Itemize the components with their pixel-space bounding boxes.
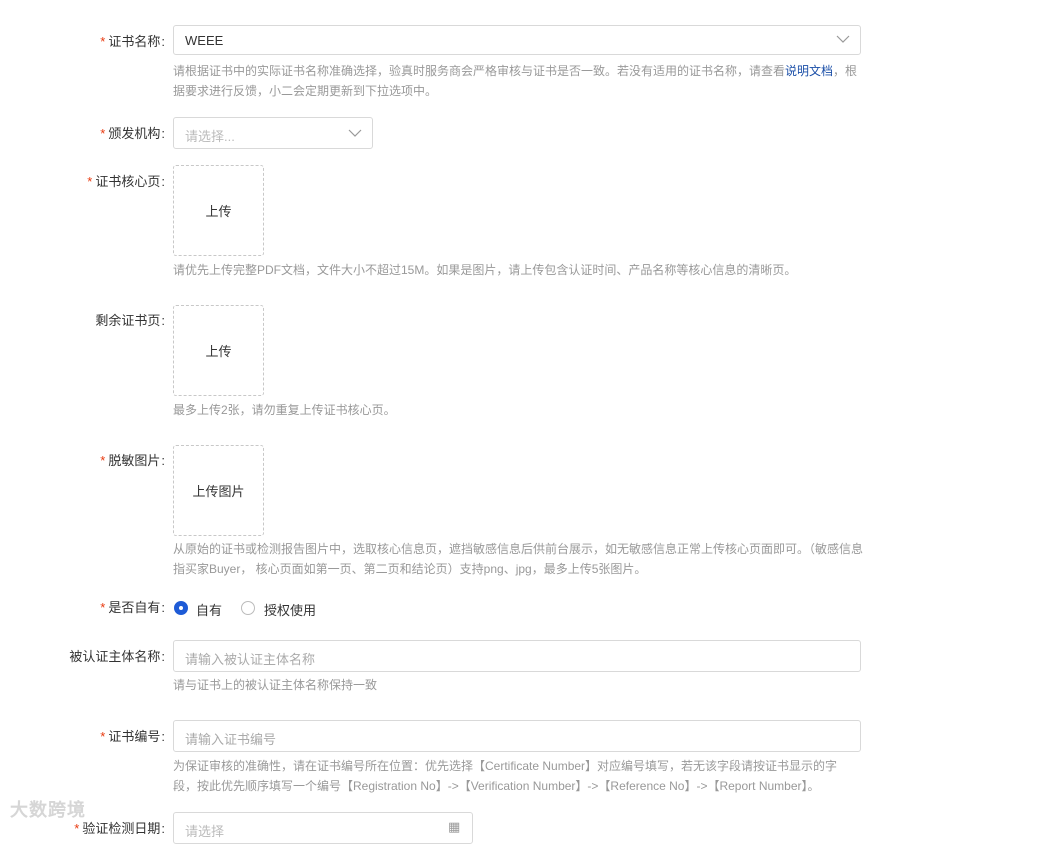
masked-image-upload[interactable]: 上传图片 — [173, 445, 264, 536]
ownership-licensed-radio[interactable] — [241, 601, 255, 615]
test-date-placeholder: 请选择 — [185, 824, 225, 839]
issuer-label: * 颁发机构: — [100, 126, 165, 141]
test-date-picker[interactable]: 请选择 ▦ — [173, 812, 473, 844]
core-page-upload[interactable]: 上传 — [173, 165, 264, 256]
cert-name-hint: 请根据证书中的实际证书名称准确选择，验真时服务商会严格审核与证书是否一致。若没有… — [173, 64, 858, 98]
other-pages-upload[interactable]: 上传 — [173, 305, 264, 396]
subject-name-label: 被认证主体名称: — [69, 649, 165, 664]
issuer-placeholder: 请选择... — [185, 129, 235, 144]
cert-name-label: * 证书名称: — [100, 34, 165, 49]
subject-name-placeholder: 请输入被认证主体名称 — [185, 652, 316, 667]
cert-name-select[interactable]: WEEE — [173, 25, 861, 55]
masked-image-label: * 脱敏图片: — [100, 453, 165, 468]
subject-name-input[interactable]: 请输入被认证主体名称 — [173, 640, 861, 672]
issuer-select[interactable]: 请选择... — [173, 117, 373, 149]
ownership-own-label[interactable]: 自有 — [196, 600, 222, 619]
ownership-licensed-label[interactable]: 授权使用 — [264, 600, 316, 619]
ownership-own-radio[interactable] — [174, 601, 188, 615]
cert-number-input[interactable]: 请输入证书编号 — [173, 720, 861, 752]
cert-number-label: * 证书编号: — [100, 729, 165, 744]
cert-number-hint: 为保证审核的准确性，请在证书编号所在位置：优先选择【Certificate Nu… — [173, 759, 838, 793]
subject-name-hint: 请与证书上的被认证主体名称保持一致 — [173, 678, 378, 692]
cert-number-placeholder: 请输入证书编号 — [185, 732, 277, 747]
calendar-icon: ▦ — [448, 819, 461, 834]
other-pages-hint: 最多上传2张，请勿重复上传证书核心页。 — [173, 403, 396, 417]
doc-link[interactable]: 说明文档 — [785, 64, 833, 78]
cert-name-value: WEEE — [185, 33, 224, 48]
ownership-label: * 是否自有: — [100, 600, 165, 615]
watermark: 大数跨境 — [10, 800, 86, 820]
test-date-label: * 验证检测日期: — [74, 821, 165, 836]
other-pages-label: 剩余证书页: — [95, 313, 165, 328]
masked-image-hint: 从原始的证书或检测报告图片中，选取核心信息页，遮挡敏感信息后供前台展示，如无敏感… — [173, 542, 864, 576]
core-page-hint: 请优先上传完整PDF文档，文件大小不超过15M。如果是图片，请上传包含认证时间、… — [173, 263, 797, 277]
chevron-down-icon — [348, 129, 362, 137]
core-page-label: * 证书核心页: — [87, 174, 165, 189]
chevron-down-icon — [836, 35, 850, 43]
